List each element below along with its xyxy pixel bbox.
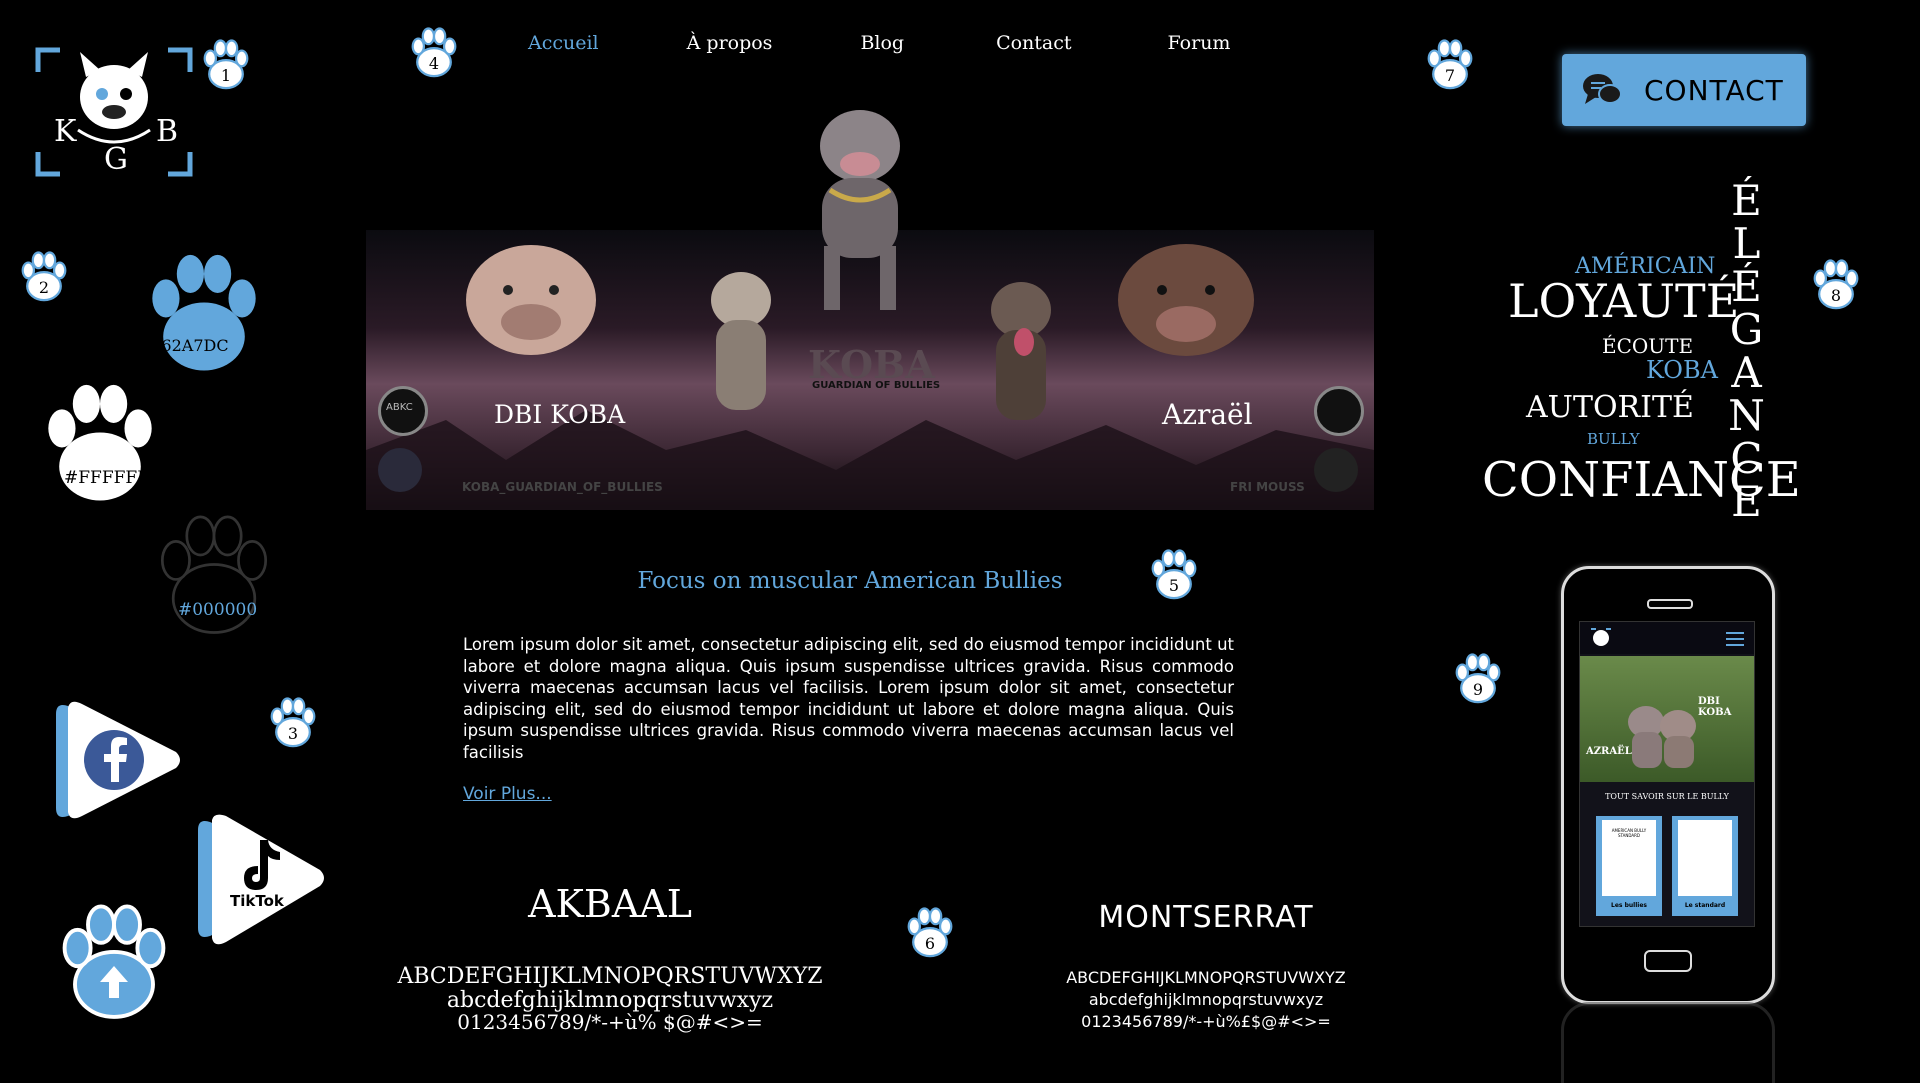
paw-icon [62, 904, 166, 1019]
phone-card-2[interactable]: Le standard [1672, 816, 1738, 916]
hero-left-handle: KOBA_GUARDIAN_OF_BULLIES [462, 480, 663, 494]
nav-a-propos[interactable]: À propos [687, 32, 773, 54]
contact-button[interactable]: CONTACT [1562, 54, 1806, 126]
phone-card-2-caption: Le standard [1684, 902, 1726, 909]
paw-marker-8: 8 [1808, 256, 1864, 312]
badge-bottom-right [1314, 448, 1358, 492]
font-akbaal-title: AKBAAL [528, 882, 692, 926]
font-montserrat-digits: 0123456789/*-+ù%£$@#<>= [1081, 1012, 1331, 1031]
logo-letter-k: K [54, 114, 77, 149]
chat-bubbles-icon [1583, 74, 1622, 104]
nav-forum[interactable]: Forum [1168, 32, 1231, 54]
logo-letter-b: B [156, 114, 179, 149]
phone-card-1-caption: Les bullies [1611, 902, 1647, 909]
phone-card-1[interactable]: AMERICAN BULLY STANDARD Les bullies [1596, 816, 1662, 916]
font-montserrat-upper: ABCDEFGHIJKLMNOPQRSTUVWXYZ [1066, 968, 1346, 987]
facebook-icon [56, 701, 180, 819]
paw-number: 7 [1444, 66, 1456, 85]
paw-marker-1: 1 [198, 36, 254, 92]
hero-left-name: DBI KOBA [494, 400, 626, 429]
scroll-top-button[interactable] [46, 896, 182, 1026]
facebook-button[interactable] [52, 698, 182, 824]
paw-marker-9: 9 [1450, 650, 1506, 706]
phone-reflection [1561, 1002, 1775, 1083]
phone-card-1-image: AMERICAN BULLY STANDARD [1602, 820, 1656, 896]
hero-center-sub: GUARDIAN OF BULLIES [812, 380, 941, 391]
nav-blog[interactable]: Blog [860, 32, 904, 54]
paw-number: 1 [220, 66, 232, 85]
paw-icon [160, 515, 268, 634]
paw-number: 4 [428, 54, 440, 73]
logo[interactable]: K B G [34, 42, 194, 182]
hero-right-name: Azraël [1162, 398, 1253, 431]
paw-icon [152, 254, 256, 371]
hamburger-menu-icon[interactable] [1726, 632, 1744, 646]
font-akbaal-upper: ABCDEFGHIJKLMNOPQRSTUVWXYZ [397, 964, 823, 989]
paw-marker-3: 3 [265, 694, 321, 750]
badge-bottom-left [378, 448, 422, 492]
paw-number: 9 [1472, 680, 1484, 699]
paw-number: 6 [924, 934, 936, 953]
phone-logo-icon [1591, 628, 1611, 646]
word-autorite: AUTORITÉ [1526, 390, 1694, 425]
paw-marker-6: 6 [902, 904, 958, 960]
paw-marker-7: 7 [1422, 36, 1478, 92]
phone-dog-left-name: AZRAËL [1586, 746, 1632, 757]
dog-portrait-left [466, 245, 596, 355]
dog-hero-top [820, 110, 900, 310]
tiktok-label: TikTok [230, 892, 284, 910]
swatch-white: #FFFFFF [32, 372, 168, 512]
nav-accueil[interactable]: Accueil [528, 32, 599, 54]
swatch-label: #FFFFFF [64, 468, 150, 488]
word-elegance: ÉLÉGANCE [1722, 176, 1771, 520]
paw-number: 2 [38, 278, 50, 297]
content-paragraph: Lorem ipsum dolor sit amet, consectetur … [463, 635, 1234, 762]
paw-marker-4: 4 [406, 24, 462, 80]
paw-marker-2: 2 [16, 248, 72, 304]
swatch-accent: #62A7DC [136, 242, 272, 382]
main-nav: Accueil À propos Blog Contact Forum [520, 32, 1230, 54]
phone-dogs-image [1628, 706, 1696, 768]
phone-header [1580, 622, 1754, 654]
word-ecoute: ÉCOUTE [1602, 334, 1694, 358]
word-loyaute: LOYAUTÉ [1508, 274, 1740, 328]
font-montserrat-lower: abcdefghijklmnopqrstuvwxyz [1088, 990, 1324, 1009]
phone-dog-right-name: DBI KOBA [1698, 696, 1732, 718]
font-akbaal-digits: 0123456789/*-+ù% $@#<>= [457, 1010, 763, 1034]
badge-right [1314, 386, 1364, 436]
voir-plus-link[interactable]: Voir Plus... [463, 784, 552, 804]
phone-speaker [1647, 599, 1693, 609]
word-koba: KOBA [1646, 356, 1718, 384]
nav-contact[interactable]: Contact [996, 32, 1071, 54]
swatch-black: #000000 [146, 504, 282, 644]
contact-button-label: CONTACT [1644, 73, 1784, 107]
arrow-up-icon [100, 966, 128, 998]
content-heading: Focus on muscular American Bullies [637, 568, 1063, 594]
phone-card-1-title: AMERICAN BULLY STANDARD [1611, 828, 1647, 838]
badge-left-text: ABKC [386, 402, 413, 413]
phone-card-2-image [1678, 820, 1732, 896]
word-bully: BULLY [1587, 430, 1640, 448]
phone-hero-image: DBI KOBA AZRAËL [1580, 656, 1754, 782]
phone-screen: DBI KOBA AZRAËL TOUT SAVOIR SUR LE BULLY… [1579, 621, 1755, 927]
phone-home-button [1644, 950, 1692, 972]
dog-portrait-right [1118, 244, 1254, 356]
tiktok-icon [198, 814, 324, 945]
dog-standing-right [991, 282, 1051, 420]
paw-number: 3 [287, 724, 299, 743]
phone-section-title: TOUT SAVOIR SUR LE BULLY [1605, 792, 1729, 801]
hero-right-handle: FRI MOUSS [1230, 480, 1305, 494]
paw-number: 8 [1830, 286, 1842, 305]
phone-mockup: DBI KOBA AZRAËL TOUT SAVOIR SUR LE BULLY… [1561, 566, 1775, 1004]
paw-icon [48, 384, 152, 501]
font-montserrat-title: MONTSERRAT [1098, 900, 1314, 935]
swatch-label: #62A7DC [148, 336, 229, 355]
logo-letter-g: G [104, 142, 128, 177]
swatch-label: #000000 [178, 600, 258, 620]
tiktok-button[interactable]: TikTok [194, 812, 326, 948]
